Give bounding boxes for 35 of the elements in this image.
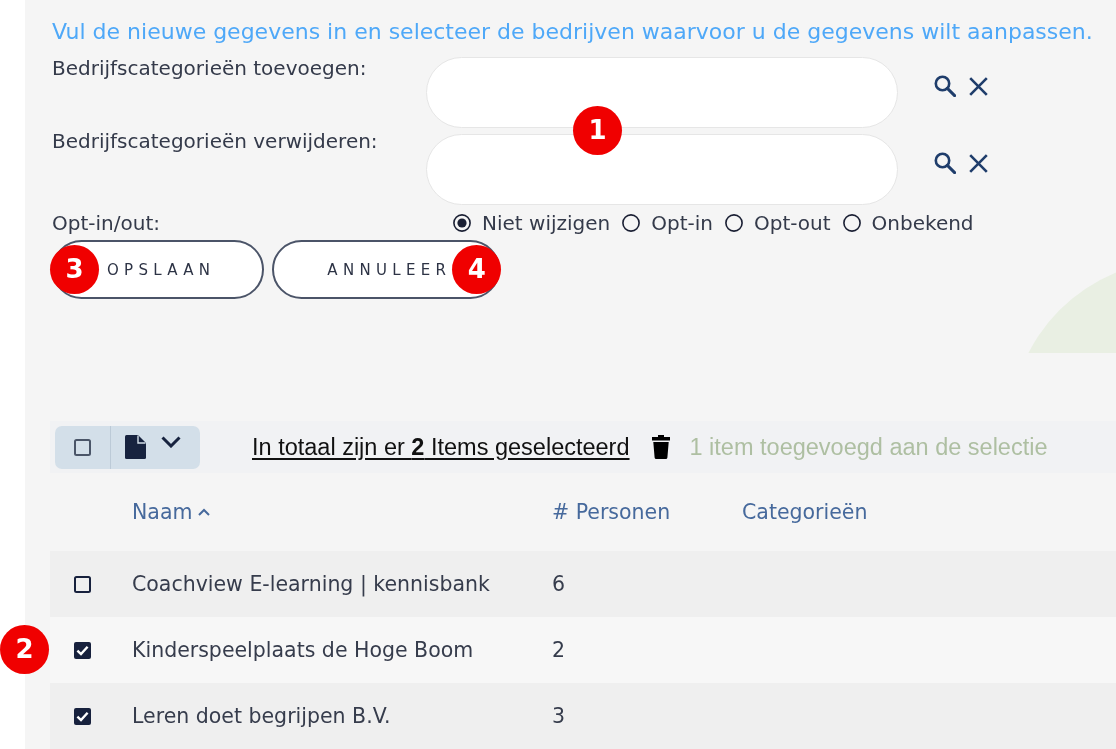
table-cell: Leren doet begrijpen B.V. (132, 704, 391, 728)
field-label: Bedrijfscategorieën toevoegen: (52, 56, 368, 80)
document-icon (125, 435, 146, 459)
search-icon[interactable] (934, 75, 956, 97)
checkbox[interactable] (74, 641, 91, 659)
radio-option[interactable]: Opt-out (724, 211, 831, 235)
radio-icon[interactable] (724, 214, 743, 232)
radio-icon[interactable] (842, 214, 861, 232)
radio-option[interactable]: Opt-in (622, 211, 713, 235)
checkbox[interactable] (74, 575, 91, 593)
field-label: Opt-in/out: (52, 211, 161, 235)
radio-icon[interactable] (622, 214, 641, 232)
callout-marker: 2 (0, 625, 49, 674)
table-cell: 3 (552, 704, 566, 728)
instruction-text: Vul de nieuwe gegevens in en selecteer de bedrijven waarvoor u de gegevens wilt aanpassen. (52, 19, 1094, 45)
table-cell: 2 (552, 638, 566, 662)
checkbox[interactable] (74, 707, 91, 725)
checkbox[interactable] (74, 438, 91, 456)
radio-option[interactable]: Niet wijzigen (453, 211, 611, 235)
notification-text: 1 item toegevoegd aan de selectie (689, 433, 1048, 461)
search-icon[interactable] (934, 152, 956, 174)
radio-icon[interactable] (453, 214, 471, 232)
field-label: Bedrijfscategorieën verwijderen: (52, 129, 379, 153)
table-cell: Coachview E-learning | kennisbank (132, 572, 490, 596)
close-icon[interactable] (969, 76, 988, 96)
selection-summary-link[interactable]: In totaal zijn er 2 Items geselecteerd (252, 433, 630, 461)
trash-icon[interactable] (651, 435, 670, 459)
radio-option[interactable]: Onbekend (842, 211, 974, 235)
chevron-down-icon (161, 436, 181, 448)
column-header[interactable]: Categorieën (742, 500, 868, 524)
column-header[interactable]: # Personen (552, 500, 671, 524)
table-cell: 6 (552, 572, 566, 596)
table-cell: Kinderspeelplaats de Hoge Boom (132, 638, 474, 662)
close-icon[interactable] (969, 153, 988, 173)
column-header[interactable]: Naam (132, 500, 211, 524)
